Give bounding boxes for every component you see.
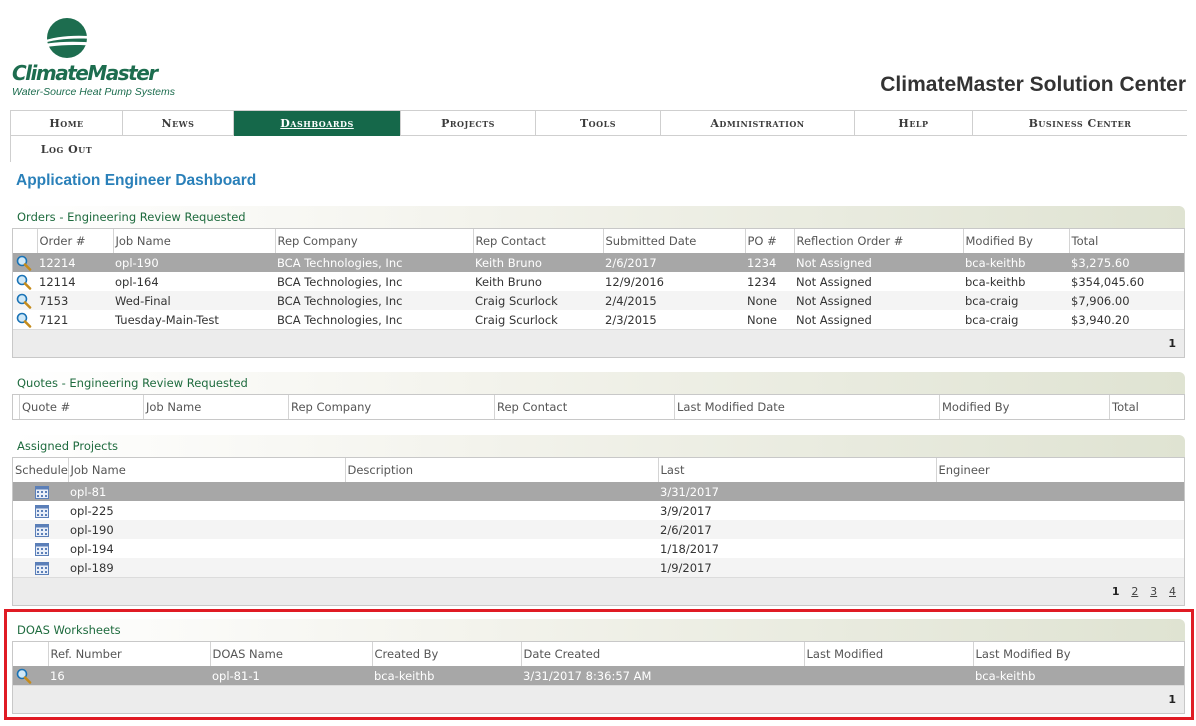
- doas-col-doas-name[interactable]: DOAS Name: [209, 642, 372, 666]
- projects-col-description[interactable]: Description: [344, 458, 658, 482]
- orders-col-submitted-date[interactable]: Submitted Date: [602, 229, 745, 253]
- orders-panel-title: Orders - Engineering Review Requested: [12, 206, 1185, 228]
- doas-panel-title: DOAS Worksheets: [12, 619, 1185, 641]
- quotes-col-last-modified-date[interactable]: Last Modified Date: [674, 395, 940, 419]
- projects-col-schedule[interactable]: Schedule: [13, 458, 68, 482]
- nav-administration[interactable]: Administration: [660, 111, 854, 136]
- table-row[interactable]: opl-194 1/18/2017: [13, 539, 1184, 558]
- doas-col-last-modified[interactable]: Last Modified: [803, 642, 973, 666]
- page-title: Application Engineer Dashboard: [16, 172, 257, 189]
- quotes-grid: Quote # Job Name Rep Company Rep Contact…: [12, 394, 1185, 420]
- doas-header-row: Ref. Number DOAS Name Created By Date Cr…: [13, 642, 1184, 666]
- quotes-col-job-name[interactable]: Job Name: [143, 395, 289, 419]
- table-row[interactable]: 12114 opl-164 BCA Technologies, Inc Keit…: [13, 272, 1184, 291]
- orders-col-po-number[interactable]: PO #: [744, 229, 794, 253]
- table-row[interactable]: 7153 Wed-Final BCA Technologies, Inc Cra…: [13, 291, 1184, 310]
- calendar-icon[interactable]: [34, 561, 49, 575]
- projects-col-last[interactable]: Last: [657, 458, 936, 482]
- calendar-icon[interactable]: [34, 485, 49, 499]
- nav-home[interactable]: Home: [10, 111, 122, 136]
- quotes-col-rep-contact[interactable]: Rep Contact: [494, 395, 675, 419]
- projects-col-job-name[interactable]: Job Name: [67, 458, 345, 482]
- logo-tagline: Water-Source Heat Pump Systems: [12, 86, 176, 98]
- calendar-icon[interactable]: [34, 504, 49, 518]
- orders-col-view: [13, 229, 37, 253]
- magnifier-icon[interactable]: [15, 274, 33, 290]
- doas-col-ref-number[interactable]: Ref. Number: [47, 642, 210, 666]
- doas-col-created-by[interactable]: Created By: [371, 642, 521, 666]
- table-row[interactable]: 12214 opl-190 BCA Technologies, Inc Keit…: [13, 253, 1184, 272]
- table-row[interactable]: opl-225 3/9/2017: [13, 501, 1184, 520]
- quotes-col-total[interactable]: Total: [1109, 395, 1184, 419]
- magnifier-icon[interactable]: [15, 293, 33, 309]
- table-row[interactable]: 7121 Tuesday-Main-Test BCA Technologies,…: [13, 310, 1184, 329]
- projects-page-1[interactable]: 1: [1112, 585, 1120, 598]
- projects-header-row: Schedule Job Name Description Last Engin…: [13, 458, 1184, 482]
- orders-grid: Order # Job Name Rep Company Rep Contact…: [12, 228, 1185, 358]
- orders-col-order-number[interactable]: Order #: [36, 229, 113, 253]
- orders-col-reflection-order[interactable]: Reflection Order #: [793, 229, 963, 253]
- quotes-header-row: Quote # Job Name Rep Company Rep Contact…: [19, 395, 1184, 419]
- logo-globe-icon: [30, 18, 120, 58]
- orders-panel: Orders - Engineering Review Requested Or…: [12, 206, 1185, 358]
- doas-pager: 1: [13, 685, 1184, 713]
- nav-news[interactable]: News: [122, 111, 233, 136]
- table-row[interactable]: opl-190 2/6/2017: [13, 520, 1184, 539]
- projects-page-3[interactable]: 3: [1150, 585, 1157, 598]
- quotes-col-quote-number[interactable]: Quote #: [19, 395, 144, 419]
- quotes-col-rep-company[interactable]: Rep Company: [288, 395, 495, 419]
- climatemaster-logo[interactable]: ClimateMaster Water-Source Heat Pump Sys…: [12, 16, 202, 100]
- orders-col-total[interactable]: Total: [1068, 229, 1184, 253]
- orders-col-rep-contact[interactable]: Rep Contact: [472, 229, 603, 253]
- doas-page-1[interactable]: 1: [1168, 693, 1176, 706]
- doas-col-view: [13, 642, 48, 666]
- nav-logout[interactable]: Log Out: [10, 136, 122, 162]
- orders-page-1[interactable]: 1: [1168, 337, 1176, 350]
- orders-col-rep-company[interactable]: Rep Company: [274, 229, 473, 253]
- magnifier-icon[interactable]: [15, 668, 33, 684]
- site-title: ClimateMaster Solution Center: [880, 73, 1186, 96]
- orders-col-modified-by[interactable]: Modified By: [962, 229, 1069, 253]
- doas-col-date-created[interactable]: Date Created: [520, 642, 804, 666]
- projects-col-engineer[interactable]: Engineer: [935, 458, 1184, 482]
- orders-pager: 1: [13, 329, 1184, 357]
- table-row[interactable]: opl-81 3/31/2017: [13, 482, 1184, 501]
- calendar-icon[interactable]: [34, 542, 49, 556]
- projects-page-2[interactable]: 2: [1131, 585, 1138, 598]
- nav-projects[interactable]: Projects: [400, 111, 535, 136]
- calendar-icon[interactable]: [34, 523, 49, 537]
- orders-header-row: Order # Job Name Rep Company Rep Contact…: [13, 229, 1184, 253]
- quotes-panel: Quotes - Engineering Review Requested Qu…: [12, 372, 1185, 420]
- projects-panel-title: Assigned Projects: [12, 435, 1185, 457]
- magnifier-icon[interactable]: [15, 255, 33, 271]
- doas-col-last-modified-by[interactable]: Last Modified By: [972, 642, 1184, 666]
- projects-pager: 1 2 3 4: [13, 577, 1184, 605]
- nav-help[interactable]: Help: [854, 111, 972, 136]
- quotes-col-modified-by[interactable]: Modified By: [939, 395, 1110, 419]
- projects-grid: Schedule Job Name Description Last Engin…: [12, 457, 1185, 606]
- projects-page-4[interactable]: 4: [1169, 585, 1176, 598]
- nav-tools[interactable]: Tools: [535, 111, 660, 136]
- table-row[interactable]: 16 opl-81-1 bca-keithb 3/31/2017 8:36:57…: [13, 666, 1184, 685]
- doas-grid: Ref. Number DOAS Name Created By Date Cr…: [12, 641, 1185, 714]
- doas-panel: DOAS Worksheets Ref. Number DOAS Name Cr…: [12, 619, 1185, 714]
- projects-panel: Assigned Projects Schedule Job Name Desc…: [12, 435, 1185, 606]
- quotes-panel-title: Quotes - Engineering Review Requested: [12, 372, 1185, 394]
- orders-col-job-name[interactable]: Job Name: [112, 229, 275, 253]
- main-nav: Home News Dashboards Projects Tools Admi…: [10, 110, 1187, 136]
- magnifier-icon[interactable]: [15, 312, 33, 328]
- nav-dashboards[interactable]: Dashboards: [233, 111, 400, 136]
- table-row[interactable]: opl-189 1/9/2017: [13, 558, 1184, 577]
- logo-wordmark: ClimateMaster: [12, 61, 158, 85]
- nav-business-center[interactable]: Business Center: [972, 111, 1187, 136]
